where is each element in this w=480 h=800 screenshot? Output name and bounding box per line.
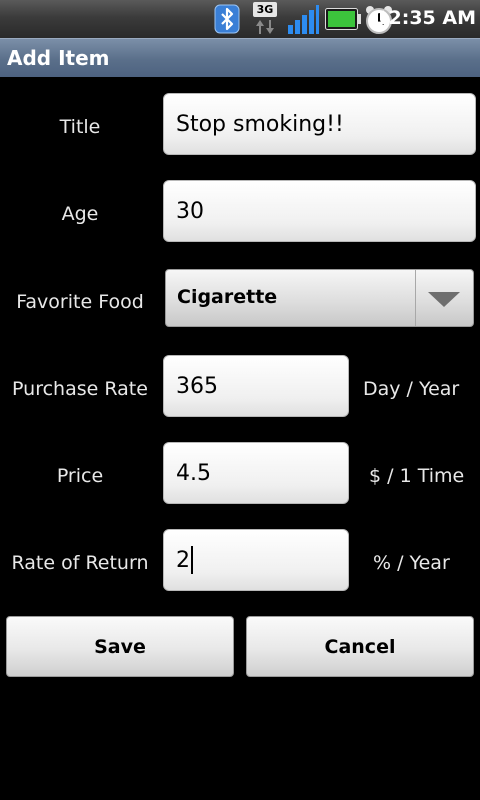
favorite-food-value: Cigarette (177, 286, 278, 308)
dropdown-divider (415, 270, 416, 326)
status-bar: 3G 12:35 AM (0, 0, 480, 38)
network-type-label: 3G (253, 2, 277, 17)
favorite-food-label: Favorite Food (16, 291, 144, 313)
cancel-button[interactable]: Cancel (246, 616, 474, 677)
bluetooth-icon (214, 4, 240, 34)
cancel-button-label: Cancel (324, 635, 396, 658)
age-label: Age (61, 203, 99, 225)
age-input[interactable]: 30 (163, 180, 476, 242)
purchase-rate-value: 365 (176, 373, 218, 399)
3g-data-icon: 3G (252, 2, 278, 36)
age-input-value: 30 (176, 198, 204, 224)
favorite-food-dropdown[interactable]: Cigarette (165, 269, 474, 327)
battery-icon (325, 8, 361, 30)
dropdown-arrow-icon (428, 292, 460, 307)
price-value: 4.5 (176, 460, 211, 486)
rate-of-return-input[interactable]: 2 (163, 529, 349, 591)
status-time: 12:35 AM (375, 7, 476, 29)
signal-icon (288, 5, 319, 34)
title-input[interactable]: Stop smoking!! (163, 93, 476, 155)
purchase-rate-label: Purchase Rate (12, 378, 148, 400)
save-button-label: Save (94, 635, 146, 658)
purchase-rate-input[interactable]: 365 (163, 355, 349, 417)
price-input[interactable]: 4.5 (163, 442, 349, 504)
screen-title: Add Item (7, 46, 110, 70)
price-unit: $ / 1 Time (369, 465, 465, 487)
title-input-value: Stop smoking!! (176, 111, 344, 137)
purchase-rate-unit: Day / Year (363, 378, 460, 400)
title-bar: Add Item (0, 38, 480, 77)
rate-of-return-value: 2 (176, 547, 190, 573)
rate-of-return-label: Rate of Return (11, 552, 149, 574)
title-label: Title (59, 116, 101, 138)
save-button[interactable]: Save (6, 616, 234, 677)
rate-of-return-unit: % / Year (373, 552, 450, 574)
text-cursor (191, 546, 193, 574)
price-label: Price (56, 465, 104, 487)
data-transfer-arrows-icon (256, 20, 274, 34)
